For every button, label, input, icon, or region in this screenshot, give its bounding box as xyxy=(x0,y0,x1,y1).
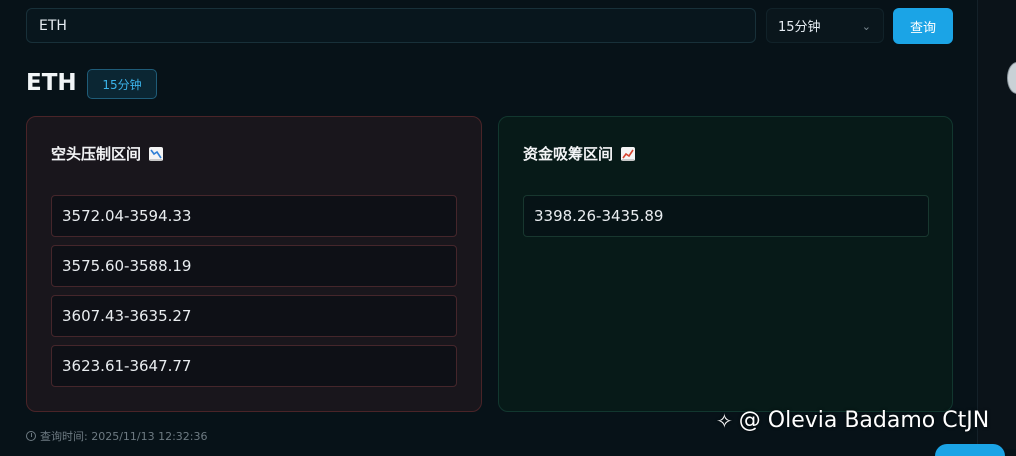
interval-badge: 15分钟 xyxy=(87,69,157,99)
short-pressure-panel: 空头压制区间 3572.04-3594.33 3575.60-3588.19 3… xyxy=(26,116,482,412)
watermark-text: @ Olevia Badamo CtJN xyxy=(738,408,990,433)
chart-increasing-icon xyxy=(621,146,636,161)
chevron-down-icon: ⌄ xyxy=(861,20,871,33)
query-time-text: 查询时间: 2025/11/13 12:32:36 xyxy=(40,430,208,443)
short-pressure-title: 空头压制区间 xyxy=(51,145,142,163)
accumulation-range-item: 3398.26-3435.89 xyxy=(523,195,929,237)
query-time: 查询时间: 2025/11/13 12:32:36 xyxy=(26,428,208,444)
short-pressure-title-row: 空头压制区间 xyxy=(51,143,164,164)
short-range-item: 3575.60-3588.19 xyxy=(51,245,457,287)
interval-select[interactable]: 15分钟 ⌄ xyxy=(766,8,884,43)
chart-decreasing-icon xyxy=(149,146,164,161)
short-range-item: 3623.61-3647.77 xyxy=(51,345,457,387)
watermark: ✧ @ Olevia Badamo CtJN xyxy=(716,408,989,433)
symbol-search-input[interactable] xyxy=(26,8,756,43)
accumulation-title-row: 资金吸筹区间 xyxy=(523,143,636,164)
symbol-title: ETH xyxy=(26,70,77,96)
short-range-item: 3572.04-3594.33 xyxy=(51,195,457,237)
accumulation-title: 资金吸筹区间 xyxy=(523,145,614,163)
floating-action-button[interactable] xyxy=(935,444,1005,456)
query-button[interactable]: 查询 xyxy=(893,8,953,44)
interval-select-value: 15分钟 xyxy=(778,20,821,35)
clock-icon xyxy=(26,431,36,441)
binance-logo-icon: ✧ xyxy=(716,408,733,433)
short-range-item: 3607.43-3635.27 xyxy=(51,295,457,337)
accumulation-panel: 资金吸筹区间 3398.26-3435.89 xyxy=(498,116,953,412)
